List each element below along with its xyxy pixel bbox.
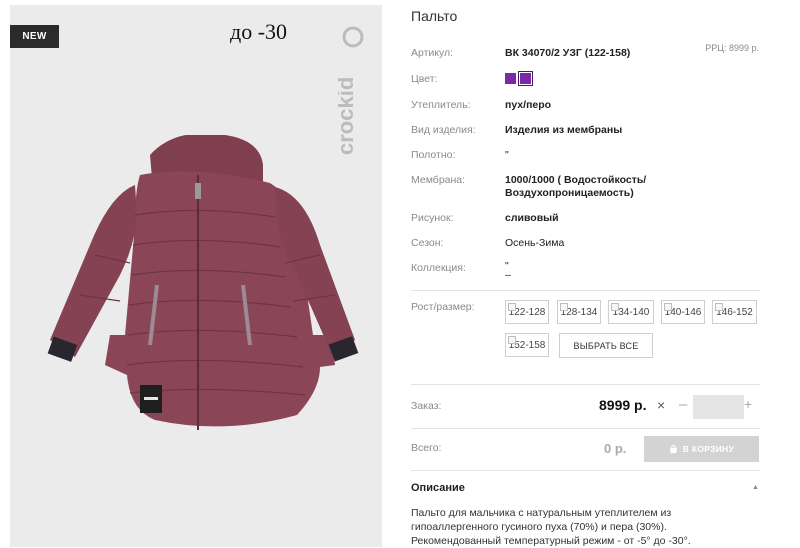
color-swatch-2[interactable] <box>518 71 533 86</box>
add-to-cart-label: В КОРЗИНУ <box>682 444 735 454</box>
description-line: Пальто для мальчика с натуральным утепли… <box>411 507 672 519</box>
description-heading[interactable]: Описание <box>411 482 465 494</box>
size-checkbox-icon <box>560 303 568 311</box>
description-line: Рекомендованный температурный режим - от… <box>411 535 691 547</box>
color-swatch-1[interactable] <box>505 73 516 84</box>
insulation-value: пух/перо <box>505 99 552 111</box>
description-line: гипоаллергенного гусиного пуха (70%) и п… <box>411 521 667 533</box>
total-label: Всего: <box>411 442 442 454</box>
size-checkbox-icon <box>508 303 516 311</box>
divider <box>411 470 760 471</box>
order-price: 8999 р. <box>599 397 647 413</box>
cart-icon <box>669 444 677 453</box>
size-checkbox-icon <box>508 336 516 344</box>
fabric-value: " <box>505 149 509 161</box>
membrane-label: Мембрана: <box>411 174 466 186</box>
collection-value-line2: – <box>505 269 511 281</box>
divider <box>411 428 760 429</box>
insulation-label: Утеплитель: <box>411 99 471 111</box>
article-value: ВК 34070/2 УЗГ (122-158) <box>505 47 631 59</box>
season-label: Сезон: <box>411 237 444 249</box>
product-type-label: Вид изделия: <box>411 124 476 136</box>
select-all-button[interactable]: ВЫБРАТЬ ВСЕ <box>559 333 653 358</box>
size-option-128-134[interactable]: 128-134 <box>557 300 601 324</box>
size-option-134-140[interactable]: 134-140 <box>608 300 654 324</box>
divider <box>411 384 760 385</box>
quantity-input[interactable] <box>693 395 744 419</box>
product-photo[interactable]: NEW до -30 crockid <box>10 5 382 547</box>
clear-icon[interactable]: × <box>657 397 665 413</box>
divider <box>411 290 760 291</box>
decrement-button[interactable]: – <box>679 396 687 413</box>
jacket-image <box>47 135 359 430</box>
size-label: Рост/размер: <box>411 301 475 313</box>
membrane-value-line2: Воздухопроницаемость) <box>505 187 634 199</box>
size-option-146-152[interactable]: 146-152 <box>712 300 757 324</box>
temperature-note: до -30 <box>230 19 288 44</box>
size-checkbox-icon <box>664 303 672 311</box>
pattern-label: Рисунок: <box>411 212 454 224</box>
size-option-152-158[interactable]: 152-158 <box>505 333 549 357</box>
pattern-value: сливовый <box>505 212 559 224</box>
collection-label: Коллекция: <box>411 262 466 274</box>
new-badge: NEW <box>10 25 59 48</box>
size-option-140-146[interactable]: 140-146 <box>661 300 705 324</box>
rrc-price: РРЦ: 8999 р. <box>705 43 759 53</box>
size-checkbox-icon <box>715 303 723 311</box>
chevron-up-icon[interactable]: ▲ <box>752 484 759 491</box>
add-to-cart-button[interactable]: В КОРЗИНУ <box>644 436 759 462</box>
size-checkbox-icon <box>611 303 619 311</box>
description-text: Пальто для мальчика с натуральным утепли… <box>411 506 711 548</box>
season-value: Осень-Зима <box>505 237 565 249</box>
size-option-122-128[interactable]: 122-128 <box>505 300 549 324</box>
total-value: 0 р. <box>604 441 627 456</box>
fabric-label: Полотно: <box>411 149 456 161</box>
membrane-value-line1: 1000/1000 ( Водостойкость/ <box>505 174 647 186</box>
article-label: Артикул: <box>411 47 454 59</box>
color-label: Цвет: <box>411 73 438 85</box>
order-label: Заказ: <box>411 400 442 412</box>
increment-button[interactable]: + <box>744 396 752 412</box>
product-type-value: Изделия из мембраны <box>505 124 623 136</box>
product-title: Пальто <box>411 8 458 24</box>
